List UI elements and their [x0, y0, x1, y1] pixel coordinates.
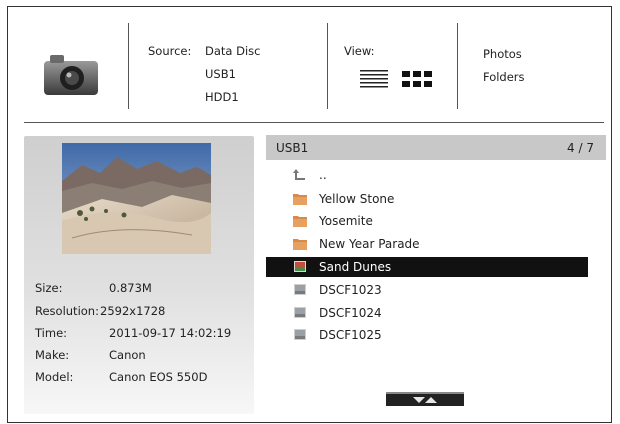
header-separator [24, 122, 604, 123]
list-item[interactable]: DSCF1023 [266, 280, 588, 300]
source-hdd1[interactable]: HDD1 [205, 90, 239, 104]
list-item[interactable]: Yellow Stone [266, 189, 588, 209]
photo-thumbnail [62, 143, 211, 254]
source-usb1[interactable]: USB1 [205, 67, 236, 81]
view-label: View: [344, 44, 375, 58]
list-item-label: New Year Parade [319, 237, 420, 251]
list-item-label: DSCF1023 [319, 283, 382, 297]
info-value-time: 2011-09-17 14:02:19 [109, 326, 232, 340]
source-label: Source: [148, 44, 192, 58]
list-item-parent[interactable]: .. [266, 165, 588, 185]
source-data-disc[interactable]: Data Disc [205, 44, 260, 58]
divider [128, 23, 129, 109]
info-value-resolution: 2592x1728 [100, 304, 166, 318]
list-item-label: .. [319, 168, 327, 182]
preview-panel: Size: 0.873M Resolution: 2592x1728 Time:… [24, 136, 254, 414]
photo-icon [294, 307, 306, 318]
up-arrow-icon [293, 169, 305, 180]
media-browser-window: Source: Data Disc USB1 HDD1 View: Photos… [7, 6, 612, 423]
list-view-icon[interactable] [360, 70, 388, 90]
info-label-resolution: Resolution: [35, 304, 99, 318]
camera-icon [44, 55, 98, 95]
info-value-make: Canon [109, 348, 146, 362]
mode-photos[interactable]: Photos [483, 47, 522, 61]
folder-icon [293, 194, 307, 205]
folder-icon [293, 239, 307, 250]
list-item-label: Yellow Stone [319, 192, 395, 206]
info-label-make: Make: [35, 348, 70, 362]
page-scroll-control[interactable] [386, 392, 464, 406]
photo-icon [294, 284, 306, 295]
list-item[interactable]: Yosemite [266, 211, 588, 231]
list-item-label: DSCF1024 [319, 306, 382, 320]
list-item[interactable]: DSCF1024 [266, 303, 588, 323]
mode-folders[interactable]: Folders [483, 70, 525, 84]
list-item-label: Sand Dunes [319, 260, 392, 274]
info-value-size: 0.873M [109, 281, 152, 295]
divider [327, 23, 328, 109]
info-value-model: Canon EOS 550D [109, 370, 208, 384]
list-item[interactable]: DSCF1025 [266, 325, 588, 345]
file-list-header: USB1 4 / 7 [266, 135, 606, 160]
photo-icon [294, 329, 306, 340]
list-item-label: Yosemite [319, 214, 373, 228]
divider [457, 23, 458, 109]
list-item-label: DSCF1025 [319, 328, 382, 342]
info-label-time: Time: [35, 326, 68, 340]
photo-icon [294, 261, 306, 272]
item-count: 4 / 7 [567, 141, 594, 155]
list-item[interactable]: New Year Parade [266, 234, 588, 254]
info-label-size: Size: [35, 281, 63, 295]
grid-view-icon[interactable] [402, 71, 434, 89]
folder-icon [293, 216, 307, 227]
info-label-model: Model: [35, 370, 74, 384]
header: Source: Data Disc USB1 HDD1 View: Photos… [8, 7, 611, 115]
list-item-selected[interactable]: Sand Dunes [266, 257, 588, 277]
current-location: USB1 [276, 141, 309, 155]
